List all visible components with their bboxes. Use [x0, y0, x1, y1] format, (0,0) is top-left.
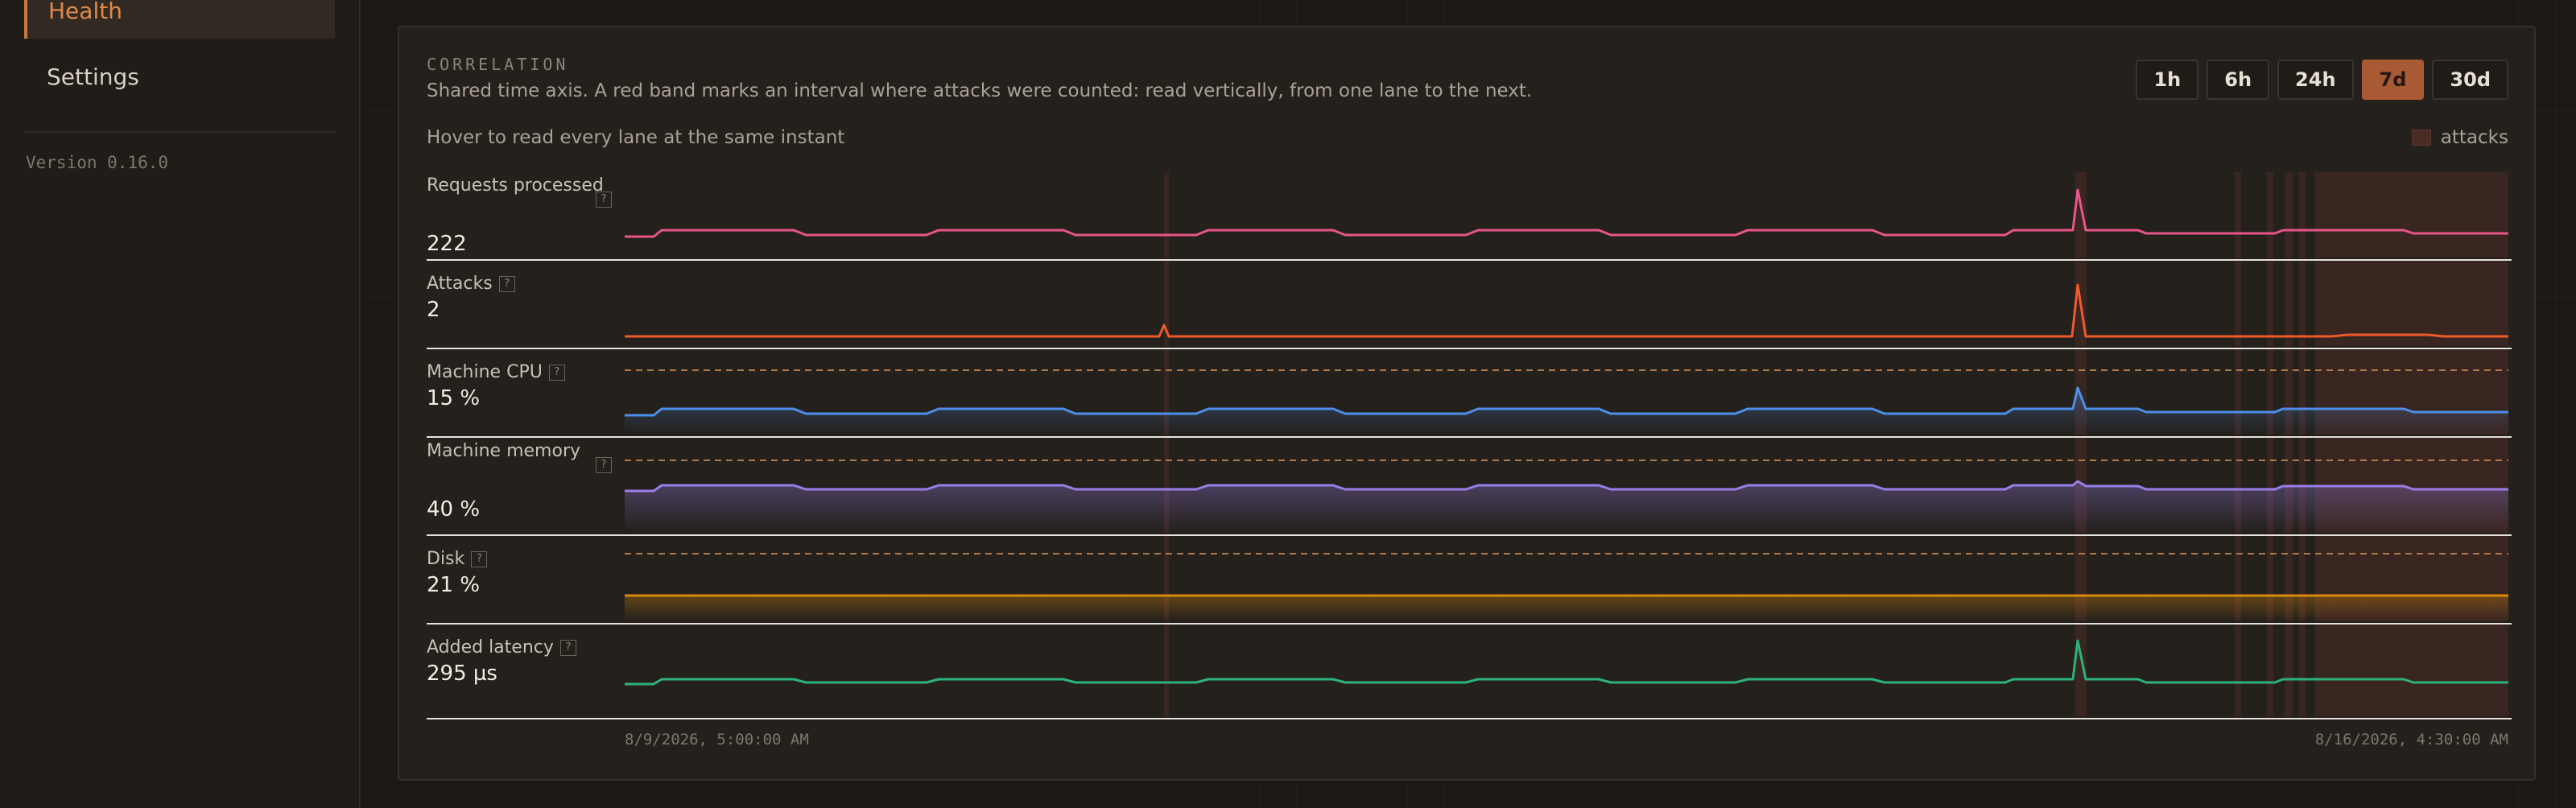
help-icon[interactable]: ? — [596, 192, 612, 208]
lane-title: Machine CPU — [427, 362, 543, 382]
series-line — [625, 283, 2508, 338]
attack-band — [2235, 172, 2241, 258]
panel-hint: Hover to read every lane at the same ins… — [427, 127, 845, 148]
lane-chart — [625, 349, 2508, 435]
sidebar-item-label: Health — [48, 0, 122, 24]
legend: attacks — [2411, 127, 2508, 148]
series-line — [625, 188, 2508, 238]
attack-band — [2285, 625, 2293, 716]
attack-band — [2315, 172, 2508, 258]
lane-title: Requests processed — [427, 175, 604, 196]
lane-value: 2 — [427, 298, 440, 322]
attack-band — [2075, 172, 2087, 258]
attack-band-swatch — [2411, 130, 2431, 146]
sidebar-divider — [24, 131, 335, 133]
lane-attacks[interactable]: Attacks? 2 — [427, 261, 2512, 349]
attack-band — [2315, 261, 2508, 346]
attack-band — [2235, 261, 2241, 346]
help-icon[interactable]: ? — [559, 640, 576, 656]
attack-band — [2267, 261, 2273, 346]
lane-label: Attacks? — [427, 270, 620, 298]
lane-title: Machine memory — [427, 441, 581, 461]
attack-band — [2267, 172, 2273, 258]
lane-value: 40 % — [427, 497, 481, 521]
attack-band — [2285, 261, 2293, 346]
help-icon[interactable]: ? — [548, 365, 565, 381]
lane-memory[interactable]: Machine memory ? 40 % — [427, 438, 2512, 536]
lane-cpu[interactable]: Machine CPU? 15 % — [427, 349, 2512, 438]
lane-requests[interactable]: Requests processed ? 222 — [427, 172, 2512, 261]
help-icon[interactable]: ? — [596, 457, 612, 473]
panel-description: Shared time axis. A red band marks an in… — [427, 80, 1533, 101]
lane-value: 295 µs — [427, 662, 497, 686]
attack-band — [2235, 625, 2241, 716]
lane-latency[interactable]: Added latency? 295 µs — [427, 625, 2512, 719]
x-axis-start-label: 8/9/2026, 5:00:00 AM — [625, 731, 809, 748]
lane-chart — [625, 625, 2508, 716]
lane-disk[interactable]: Disk? 21 % — [427, 536, 2512, 625]
range-6h-button[interactable]: 6h — [2207, 60, 2270, 100]
attack-band — [2299, 172, 2306, 258]
help-icon[interactable]: ? — [498, 276, 515, 292]
sidebar-item-settings[interactable]: Settings — [24, 48, 335, 105]
range-1h-button[interactable]: 1h — [2136, 60, 2199, 100]
help-icon[interactable]: ? — [471, 551, 488, 567]
correlation-panel: CORRELATION Shared time axis. A red band… — [398, 26, 2536, 781]
series-area — [625, 596, 2508, 621]
attack-band — [1164, 625, 1169, 716]
attack-band — [2285, 172, 2293, 258]
lane-title: Attacks — [427, 274, 493, 294]
attack-band — [2267, 625, 2273, 716]
lane-value: 222 — [427, 232, 467, 256]
lane-title: Disk — [427, 549, 465, 569]
range-7d-button[interactable]: 7d — [2361, 60, 2425, 100]
lane-value: 15 % — [427, 386, 481, 410]
x-axis-end-label: 8/16/2026, 4:30:00 AM — [2314, 731, 2508, 748]
version-label: Version 0.16.0 — [26, 153, 169, 172]
attack-band — [2315, 625, 2508, 716]
lane-chart — [625, 438, 2508, 533]
range-24h-button[interactable]: 24h — [2277, 60, 2354, 100]
lane-label: Added latency? — [427, 634, 620, 662]
sidebar-item-label: Settings — [47, 63, 139, 90]
lane-chart — [625, 172, 2508, 258]
attack-band — [2299, 625, 2306, 716]
lane-chart — [625, 536, 2508, 621]
lane-label: Machine memory ? — [427, 438, 612, 473]
range-30d-button[interactable]: 30d — [2432, 60, 2508, 100]
lane-label: Requests processed ? — [427, 172, 612, 208]
series-line — [625, 639, 2508, 686]
legend-label: attacks — [2440, 127, 2508, 148]
attack-band — [1164, 172, 1169, 258]
lane-title: Added latency — [427, 637, 554, 658]
sidebar: Health Settings Version 0.16.0 — [0, 0, 361, 808]
panel-title: CORRELATION — [427, 55, 569, 74]
lane-value: 21 % — [427, 573, 481, 597]
lane-label: Disk? — [427, 546, 620, 573]
lane-label: Machine CPU? — [427, 359, 620, 386]
sidebar-item-health[interactable]: Health — [24, 0, 335, 39]
time-range-selector: 1h 6h 24h 7d 30d — [2136, 60, 2508, 100]
attack-band — [2299, 261, 2306, 346]
lane-chart — [625, 261, 2508, 346]
